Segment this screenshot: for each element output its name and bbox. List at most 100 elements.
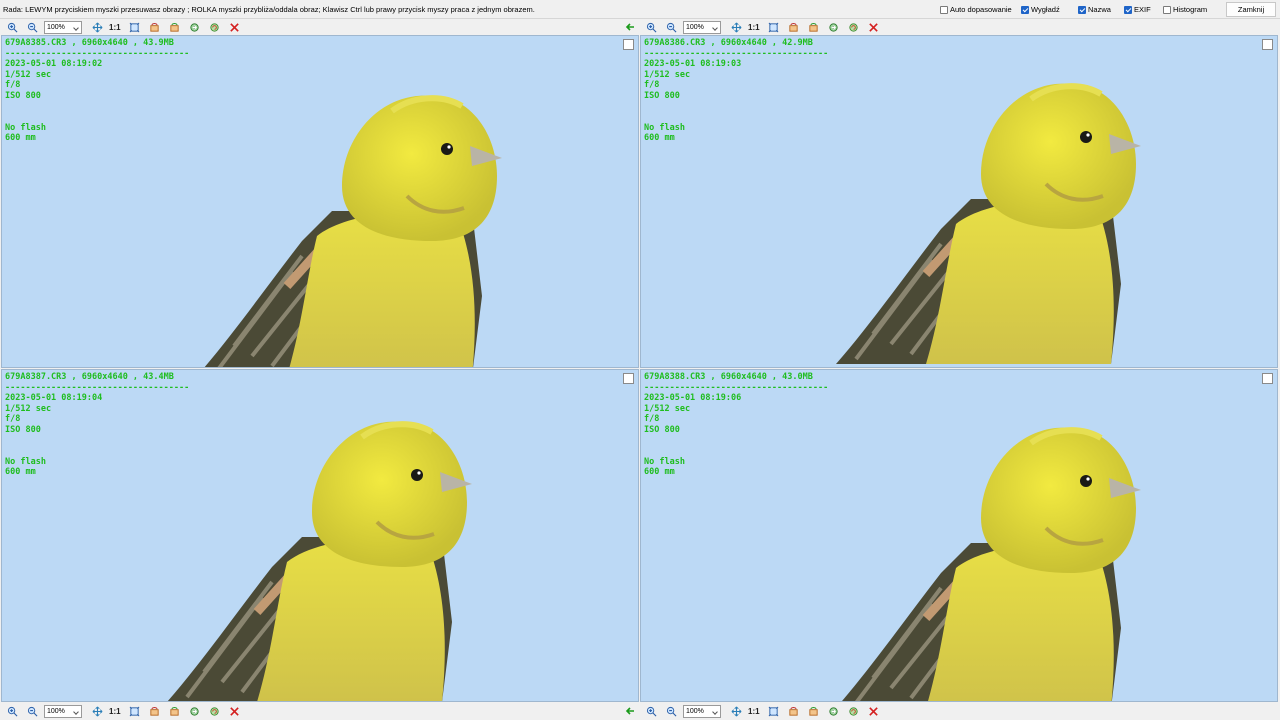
flip-icon[interactable]: [187, 704, 203, 718]
arrow-left-icon[interactable]: [623, 20, 637, 34]
exif-overlay: 679A8385.CR3 , 6960x4640 , 43.9MB -------…: [5, 38, 189, 144]
smooth-checkbox[interactable]: [1021, 5, 1029, 14]
histogram-label: Histogram: [1173, 5, 1208, 14]
exif-focal: 600 mm: [5, 467, 36, 478]
zoom-in-icon[interactable]: [4, 20, 20, 34]
exif-focal: 600 mm: [5, 133, 36, 144]
rotate-right-icon[interactable]: [167, 704, 183, 718]
zoom-select[interactable]: 100%: [44, 20, 82, 34]
auto-fit-label: Auto dopasowanie: [950, 5, 1012, 14]
exif-aperture: f/8: [644, 414, 660, 425]
toolbar-bottom-left: 100% 1:1: [4, 703, 247, 719]
image-pane-2[interactable]: 679A8386.CR3 , 6960x4640 , 42.9MB -------…: [640, 35, 1278, 368]
select-checkbox[interactable]: [623, 373, 634, 384]
exif-shutter: 1/512 sec: [644, 69, 691, 80]
zoom-out-icon[interactable]: [663, 704, 679, 718]
close-button[interactable]: Zamknij: [1226, 2, 1276, 17]
image-pane-3[interactable]: 679A8387.CR3 , 6960x4640 , 43.4MB -------…: [1, 369, 639, 702]
exif-shutter: 1/512 sec: [5, 69, 52, 80]
exif-focal: 600 mm: [644, 133, 675, 144]
rotate-left-icon[interactable]: [786, 20, 802, 34]
option-name[interactable]: Nazwa: [1078, 5, 1111, 14]
image-pane-4[interactable]: 679A8388.CR3 , 6960x4640 , 43.0MB -------…: [640, 369, 1278, 702]
exif-overlay: 679A8388.CR3 , 6960x4640 , 43.0MB -------…: [644, 372, 828, 478]
exif-overlay: 679A8387.CR3 , 6960x4640 , 43.4MB -------…: [5, 372, 189, 478]
arrow-left-icon[interactable]: [623, 704, 637, 718]
exif-date: 2023-05-01 08:19:04: [5, 393, 103, 404]
one-to-one-button[interactable]: 1:1: [109, 23, 121, 32]
refresh-icon[interactable]: [846, 704, 862, 718]
separator-line: ------------------------------------: [5, 382, 190, 393]
zoom-select[interactable]: 100%: [683, 20, 721, 34]
toolbar-top-right: 100% 1:1: [643, 19, 886, 35]
exif-shutter: 1/512 sec: [5, 403, 52, 414]
flip-icon[interactable]: [826, 704, 842, 718]
fit-arrows-icon[interactable]: [728, 20, 744, 34]
zoom-in-icon[interactable]: [643, 704, 659, 718]
zoom-in-icon[interactable]: [643, 20, 659, 34]
exif-overlay: 679A8386.CR3 , 6960x4640 , 42.9MB -------…: [644, 38, 828, 144]
refresh-icon[interactable]: [207, 704, 223, 718]
one-to-one-button[interactable]: 1:1: [748, 23, 760, 32]
delete-x-icon[interactable]: [866, 20, 882, 34]
fit-arrows-icon[interactable]: [89, 704, 105, 718]
file-header: 679A8385.CR3 , 6960x4640 , 43.9MB: [5, 38, 174, 48]
separator-line: ------------------------------------: [644, 48, 829, 59]
exif-aperture: f/8: [5, 414, 21, 425]
one-to-one-button[interactable]: 1:1: [109, 707, 121, 716]
exif-iso: ISO 800: [644, 90, 680, 101]
auto-fit-checkbox[interactable]: [940, 5, 948, 14]
one-to-one-button[interactable]: 1:1: [748, 707, 760, 716]
exif-date: 2023-05-01 08:19:06: [644, 393, 742, 404]
option-smooth[interactable]: Wygładź: [1021, 5, 1060, 14]
rotate-right-icon[interactable]: [806, 704, 822, 718]
refresh-icon[interactable]: [207, 20, 223, 34]
rotate-left-icon[interactable]: [147, 704, 163, 718]
delete-x-icon[interactable]: [866, 704, 882, 718]
file-header: 679A8387.CR3 , 6960x4640 , 43.4MB: [5, 372, 174, 382]
fit-arrows-icon[interactable]: [89, 20, 105, 34]
option-histogram[interactable]: Histogram: [1163, 5, 1207, 14]
zoom-value: 100%: [686, 23, 704, 31]
zoom-select[interactable]: 100%: [44, 704, 82, 718]
rotate-right-icon[interactable]: [806, 20, 822, 34]
zoom-value: 100%: [686, 707, 704, 715]
histogram-checkbox[interactable]: [1163, 5, 1171, 14]
exif-aperture: f/8: [5, 80, 21, 91]
flip-icon[interactable]: [826, 20, 842, 34]
exif-date: 2023-05-01 08:19:02: [5, 59, 103, 70]
fit-screen-icon[interactable]: [127, 20, 143, 34]
exif-iso: ISO 800: [5, 424, 41, 435]
option-exif[interactable]: EXIF: [1124, 5, 1151, 14]
zoom-value: 100%: [47, 23, 65, 31]
separator-line: ------------------------------------: [5, 48, 190, 59]
zoom-select[interactable]: 100%: [683, 704, 721, 718]
exif-flash: No flash: [644, 122, 685, 133]
option-auto-fit[interactable]: Auto dopasowanie: [940, 5, 1012, 14]
zoom-out-icon[interactable]: [24, 704, 40, 718]
rotate-right-icon[interactable]: [167, 20, 183, 34]
zoom-in-icon[interactable]: [4, 704, 20, 718]
fit-screen-icon[interactable]: [766, 20, 782, 34]
delete-x-icon[interactable]: [227, 704, 243, 718]
select-checkbox[interactable]: [1262, 39, 1273, 50]
fit-screen-icon[interactable]: [766, 704, 782, 718]
name-checkbox[interactable]: [1078, 5, 1086, 14]
zoom-value: 100%: [47, 707, 65, 715]
select-checkbox[interactable]: [623, 39, 634, 50]
select-checkbox[interactable]: [1262, 373, 1273, 384]
top-bar: Rada: LEWYM przyciskiem myszki przesuwas…: [0, 0, 1280, 19]
fit-arrows-icon[interactable]: [728, 704, 744, 718]
delete-x-icon[interactable]: [227, 20, 243, 34]
zoom-out-icon[interactable]: [24, 20, 40, 34]
image-pane-1[interactable]: 679A8385.CR3 , 6960x4640 , 43.9MB -------…: [1, 35, 639, 368]
exif-flash: No flash: [5, 456, 46, 467]
fit-screen-icon[interactable]: [127, 704, 143, 718]
refresh-icon[interactable]: [846, 20, 862, 34]
exif-checkbox[interactable]: [1124, 5, 1132, 14]
rotate-left-icon[interactable]: [786, 704, 802, 718]
flip-icon[interactable]: [187, 20, 203, 34]
hint-text: Rada: LEWYM przyciskiem myszki przesuwas…: [3, 5, 535, 14]
rotate-left-icon[interactable]: [147, 20, 163, 34]
zoom-out-icon[interactable]: [663, 20, 679, 34]
